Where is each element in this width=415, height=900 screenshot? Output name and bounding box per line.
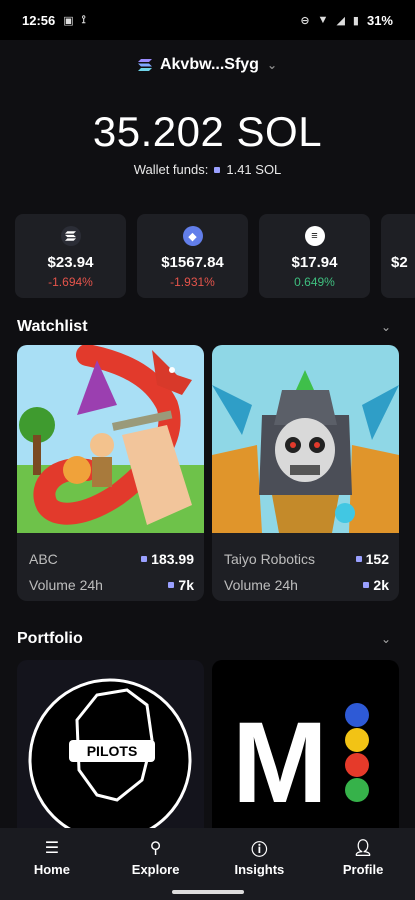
home-indicator[interactable] [172, 890, 244, 894]
solana-icon [141, 556, 148, 562]
battery-icon: ▮ [352, 14, 359, 27]
token-card[interactable]: $23.94 -1.694% [15, 214, 126, 298]
token-change: 0.649% [294, 275, 335, 289]
volume-value: 2k [373, 577, 389, 593]
wallet-selector[interactable]: Akvbw...Sfyg ⌄ [0, 56, 415, 74]
svg-text:M: M [232, 699, 328, 827]
token-card[interactable]: ◆ $1567.84 -1.931% [137, 214, 248, 298]
ethereum-icon: ◆ [182, 226, 203, 246]
token-icon [391, 226, 411, 246]
watchlist-list: ABC 183.99 Volume 24h 7k Taiyo Robotics … [17, 345, 399, 601]
collection-image [212, 345, 399, 533]
watchlist-title: Watchlist [17, 318, 88, 335]
funds-label: Wallet funds: [133, 162, 209, 177]
token-price: $2 [391, 254, 408, 271]
portfolio-item[interactable]: PILOTS [17, 660, 204, 830]
floor-price: 183.99 [151, 551, 194, 567]
portfolio-item[interactable]: M [212, 660, 399, 830]
search-icon: ⚲ [149, 840, 162, 857]
collection-name: ABC [29, 551, 58, 567]
collection-card[interactable]: Taiyo Robotics 152 Volume 24h 2k [212, 345, 399, 601]
dnd-icon: ⊖ [300, 14, 310, 27]
volume-value: 7k [178, 577, 194, 593]
token-change: -1.694% [48, 275, 93, 289]
wifi-icon: ▼ [317, 14, 329, 26]
solana-icon [355, 556, 362, 562]
solana-icon [214, 166, 221, 173]
nav-label: Insights [234, 862, 285, 877]
pilots-logo: PILOTS [28, 678, 192, 830]
token-price: $1567.84 [161, 254, 224, 271]
collection-card[interactable]: ABC 183.99 Volume 24h 7k [17, 345, 204, 601]
chevron-down-icon: ⌄ [266, 58, 278, 72]
solana-icon [363, 582, 370, 588]
balance-amount: 35.202 SOL [92, 108, 323, 155]
app-icon: ⟟ [81, 13, 86, 26]
info-icon: ⓘ [251, 842, 268, 859]
volume-label: Volume 24h [29, 577, 103, 593]
portfolio-title: Portfolio [17, 630, 83, 647]
list-icon: ☰ [44, 840, 60, 857]
collection-image [17, 345, 204, 533]
token-change: -1.931% [170, 275, 215, 289]
chevron-down-icon[interactable]: ⌄ [381, 320, 391, 334]
bottom-nav: ☰ Home ⚲ Explore ⓘ Insights 👤︎ Profile [0, 828, 415, 900]
chevron-down-icon[interactable]: ⌄ [381, 632, 391, 646]
portfolio-list: PILOTS M [17, 660, 399, 830]
status-bar: 12:56 ▣ ⟟ ⊖ ▼ ◢ ▮ 31% [0, 0, 415, 40]
token-card[interactable]: $2 [381, 214, 415, 298]
wallet-funds: Wallet funds: 1.41 SOL [0, 162, 415, 177]
person-icon: 👤︎ [352, 840, 374, 857]
clock: 12:56 [22, 12, 56, 28]
solana-icon [168, 582, 175, 588]
token-price: $17.94 [291, 254, 338, 271]
nav-label: Explore [131, 862, 180, 877]
notification-icon: ▣ [63, 14, 74, 27]
nav-profile[interactable]: 👤︎ Profile [318, 838, 408, 900]
collection-name: Taiyo Robotics [224, 551, 316, 567]
nav-label: Home [33, 862, 70, 877]
token-price: $23.94 [47, 254, 94, 271]
battery-level: 31% [366, 12, 393, 28]
solana-icon [60, 226, 81, 246]
wallet-name: Akvbw...Sfyg [159, 56, 259, 73]
svg-text:PILOTS: PILOTS [87, 743, 138, 759]
token-icon: ≡ [304, 226, 325, 246]
floor-price: 152 [365, 551, 389, 567]
funds-value: 1.41 SOL [226, 162, 282, 177]
nav-home[interactable]: ☰ Home [7, 838, 97, 900]
token-carousel[interactable]: $23.94 -1.694% ◆ $1567.84 -1.931% ≡ $17.… [15, 214, 415, 298]
nav-label: Profile [342, 862, 384, 877]
signal-icon: ◢ [336, 14, 345, 27]
m-logo: M [232, 699, 369, 827]
volume-label: Volume 24h [224, 577, 298, 593]
solana-icon [137, 59, 152, 71]
token-card[interactable]: ≡ $17.94 0.649% [259, 214, 370, 298]
